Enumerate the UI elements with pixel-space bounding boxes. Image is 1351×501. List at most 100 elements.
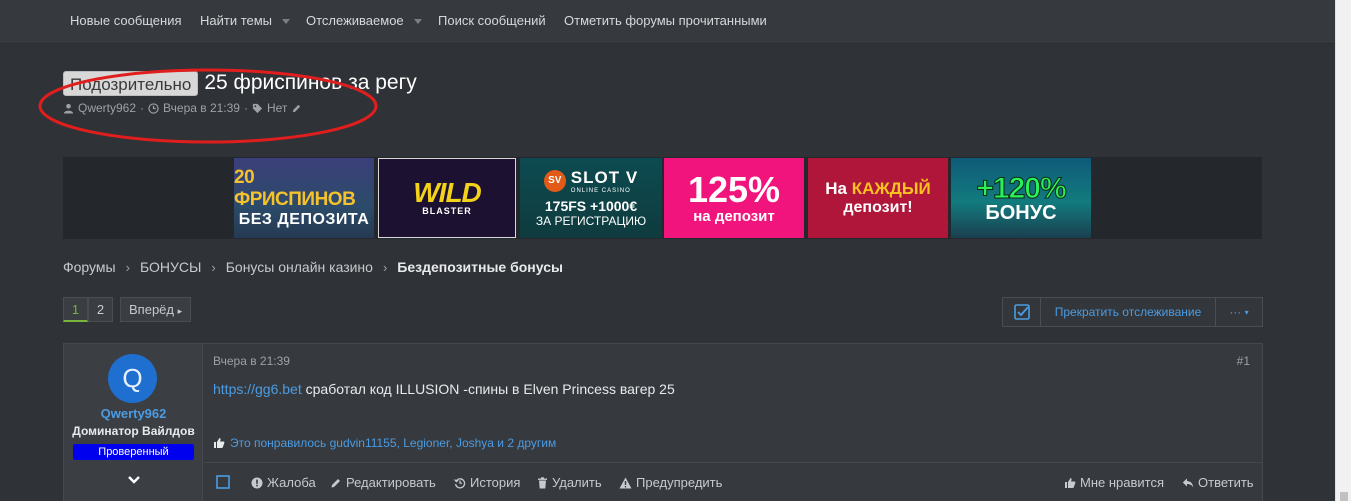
banner-text: БЕЗ ДЕПОЗИТА xyxy=(238,211,370,228)
banner-text: +120% xyxy=(976,172,1067,205)
chevron-right-icon: › xyxy=(125,259,130,275)
nav-find-threads-label: Найти темы xyxy=(200,13,273,28)
delete-label: Удалить xyxy=(552,475,602,490)
nav-search-posts[interactable]: Поиск сообщений xyxy=(438,13,546,28)
banner-text: ЗА РЕГИСТРАЦИЮ xyxy=(535,214,647,228)
chevron-down-icon xyxy=(127,476,140,484)
banner-slot-v[interactable]: SV SLOT V ONLINE CASINO 175FS +1000€ ЗА … xyxy=(520,158,662,238)
likes-summary[interactable]: Это понравилось gudvin11155, Legioner, J… xyxy=(213,436,556,450)
edit-button[interactable]: Редактировать xyxy=(330,475,436,490)
banner-125-percent[interactable]: 125% на депозит xyxy=(664,158,804,238)
post: Q Qwerty962 Доминатор Вайлдов Проверенны… xyxy=(63,343,1263,501)
like-button[interactable]: Мне нравится xyxy=(1064,475,1164,490)
banner-text: На КАЖДЫЙ xyxy=(825,179,930,199)
thread-date[interactable]: Вчера в 21:39 xyxy=(163,101,240,115)
history-button[interactable]: История xyxy=(454,475,520,490)
breadcrumb: Форумы › БОНУСЫ › Бонусы онлайн казино ›… xyxy=(63,259,563,275)
meta-separator: · xyxy=(243,101,248,115)
warn-button[interactable]: Предупредить xyxy=(619,475,722,490)
next-page-button[interactable]: Вперёд ▸ xyxy=(120,297,192,322)
post-link[interactable]: https://gg6.bet xyxy=(213,381,302,397)
thread-tags: Нет xyxy=(266,101,288,115)
caret-down-icon[interactable] xyxy=(282,19,291,25)
post-username[interactable]: Qwerty962 xyxy=(64,406,203,421)
banner-every-deposit[interactable]: На КАЖДЫЙ депозит! xyxy=(808,158,948,238)
banner-text: на депозит xyxy=(693,207,775,225)
chevron-right-icon: › xyxy=(382,259,388,275)
nav-find-threads[interactable]: Найти темы xyxy=(200,13,291,28)
thread-title: 25 фриспинов за регу xyxy=(204,71,417,94)
banner-text: На xyxy=(825,179,852,198)
banner-120-percent[interactable]: +120% БОНУС xyxy=(951,158,1091,238)
expand-user-info-button[interactable] xyxy=(64,472,203,490)
post-number[interactable]: #1 xyxy=(1237,354,1250,368)
banner-text: 125% xyxy=(687,168,781,210)
post-date[interactable]: Вчера в 21:39 xyxy=(213,354,290,368)
chevron-right-icon: › xyxy=(211,259,216,275)
trash-icon xyxy=(538,476,547,488)
slot-v-logo-icon: SV xyxy=(543,170,566,192)
caret-right-icon: ▸ xyxy=(177,306,183,316)
banner-freespins[interactable]: 20 ФРИСПИНОВ БЕЗ ДЕПОЗИТА xyxy=(234,158,374,238)
tag-icon xyxy=(252,103,263,113)
checkbox-icon xyxy=(216,475,230,489)
post-actions: Жалоба Редактировать История Удалить Пре… xyxy=(204,462,1262,501)
next-page-label: Вперёд xyxy=(129,302,174,317)
banner-text: BLASTER xyxy=(422,206,472,216)
avatar[interactable]: Q xyxy=(108,354,157,403)
report-button[interactable]: Жалоба xyxy=(251,475,316,490)
watch-checkbox[interactable] xyxy=(1003,298,1041,326)
banner-wild-blaster[interactable]: WILD BLASTER xyxy=(378,158,516,238)
nav-watched[interactable]: Отслеживаемое xyxy=(306,13,422,28)
pencil-icon[interactable] xyxy=(291,103,302,114)
banner-text: WILD xyxy=(413,177,482,208)
report-label: Жалоба xyxy=(267,475,316,490)
select-post-checkbox[interactable] xyxy=(216,475,234,489)
history-icon xyxy=(454,477,466,488)
forum-page: Новые сообщения Найти темы Отслеживаемое… xyxy=(0,0,1335,501)
banner-text: SLOT V xyxy=(570,168,639,187)
like-label: Мне нравится xyxy=(1080,475,1165,490)
more-options-button[interactable]: ··· ▾ xyxy=(1216,298,1262,326)
top-navigation: Новые сообщения Найти темы Отслеживаемое… xyxy=(0,0,1335,44)
history-label: История xyxy=(470,475,521,490)
stop-watching-button[interactable]: Прекратить отслеживание xyxy=(1041,298,1216,326)
breadcrumb-bonuses[interactable]: БОНУСЫ xyxy=(140,259,201,275)
more-dots-label: ··· xyxy=(1229,305,1242,319)
user-title: Доминатор Вайлдов xyxy=(72,424,195,438)
reply-button[interactable]: Ответить xyxy=(1182,475,1254,490)
breadcrumb-casino-bonuses[interactable]: Бонусы онлайн казино xyxy=(226,259,373,275)
thread-title-row: Подозрительно 25 фриспинов за регу xyxy=(63,70,417,96)
caret-down-icon[interactable] xyxy=(413,19,422,25)
nav-new-posts[interactable]: Новые сообщения xyxy=(70,13,182,28)
page-2[interactable]: 2 xyxy=(88,297,113,322)
pencil-icon xyxy=(331,478,340,487)
breadcrumb-forums[interactable]: Форумы xyxy=(63,259,116,275)
thumbs-up-icon xyxy=(1065,477,1076,488)
breadcrumb-no-deposit-bonuses[interactable]: Бездепозитные бонусы xyxy=(397,259,563,275)
watch-controls: Прекратить отслеживание ··· ▾ xyxy=(1002,297,1263,327)
post-text: сработал код ILLUSION -спины в Elven Pri… xyxy=(301,381,675,397)
nav-watched-label: Отслеживаемое xyxy=(306,13,404,28)
banner-text: ONLINE CASINO xyxy=(570,188,631,194)
caret-down-icon: ▾ xyxy=(1244,307,1249,317)
meta-separator: · xyxy=(140,101,145,115)
checkbox-checked-icon xyxy=(1013,304,1030,320)
thumbs-up-icon xyxy=(214,438,225,448)
thread-meta: Qwerty962 · Вчера в 21:39 · Нет xyxy=(63,101,306,115)
scrollbar-thumb[interactable] xyxy=(1340,492,1348,501)
delete-button[interactable]: Удалить xyxy=(537,475,602,490)
reply-icon xyxy=(1182,478,1194,487)
warn-label: Предупредить xyxy=(636,475,723,490)
alert-circle-icon xyxy=(251,477,263,488)
clock-icon xyxy=(148,102,159,114)
vertical-scrollbar[interactable] xyxy=(1335,0,1351,501)
banner-text: 20 ФРИСПИНОВ xyxy=(234,167,356,210)
page-1[interactable]: 1 xyxy=(63,297,88,322)
banner-text: 175FS +1000€ xyxy=(544,198,638,214)
nav-mark-read[interactable]: Отметить форумы прочитанными xyxy=(564,13,767,28)
thread-prefix-badge[interactable]: Подозрительно xyxy=(63,70,199,96)
reply-label: Ответить xyxy=(1198,475,1254,490)
verified-badge: Проверенный xyxy=(73,444,194,460)
thread-author[interactable]: Qwerty962 xyxy=(78,101,136,115)
